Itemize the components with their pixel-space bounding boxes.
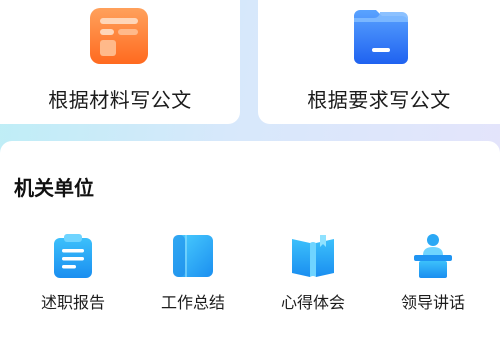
section-title: 机关单位	[14, 176, 94, 200]
grid-item-label: 领导讲话	[400, 293, 465, 312]
document-list-icon	[90, 8, 148, 64]
section-government-units: 机关单位 述职报告 工作总结 心得体会 领导讲话	[0, 141, 500, 341]
grid-item-reflections[interactable]: 心得体会	[258, 231, 368, 313]
card-title: 根据材料写公文	[48, 88, 192, 112]
notebook-icon	[173, 235, 213, 277]
card-write-from-material[interactable]: 根据材料写公文	[0, 0, 240, 124]
clipboard-icon	[54, 234, 92, 278]
speaker-podium-icon	[414, 234, 452, 278]
card-write-from-requirements[interactable]: 根据要求写公文	[258, 0, 500, 124]
grid-item-leader-speech[interactable]: 领导讲话	[378, 231, 488, 313]
open-book-icon	[292, 235, 334, 277]
grid-item-work-summary[interactable]: 工作总结	[138, 231, 248, 313]
card-title: 根据要求写公文	[307, 88, 451, 112]
grid-item-job-report[interactable]: 述职报告	[18, 231, 128, 313]
grid-item-label: 工作总结	[160, 293, 225, 312]
grid-item-label: 心得体会	[280, 293, 345, 312]
folder-icon	[354, 10, 408, 64]
grid-item-label: 述职报告	[40, 293, 105, 312]
